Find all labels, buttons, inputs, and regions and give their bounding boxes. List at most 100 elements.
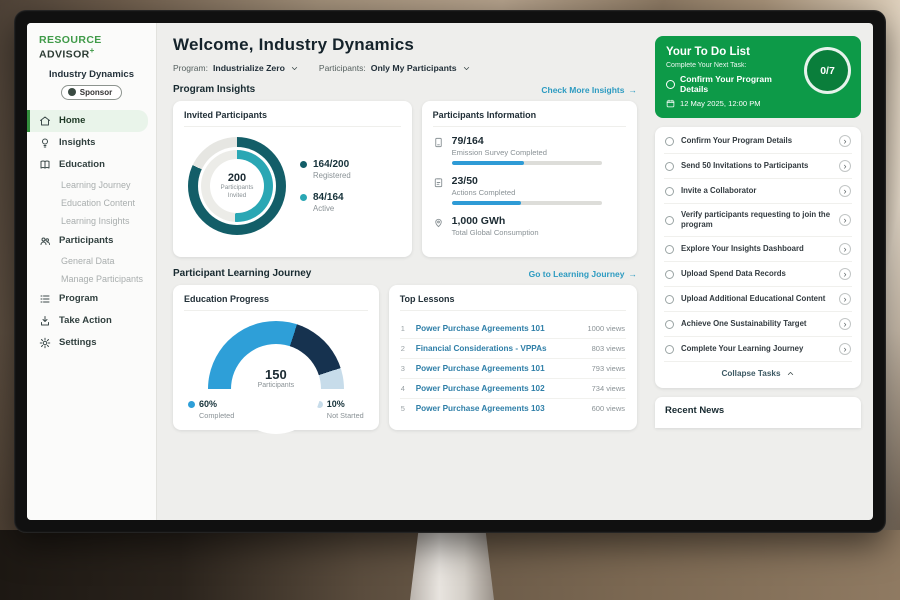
chevron-right-icon[interactable]: ›: [839, 268, 851, 280]
org-name: Industry Dynamics: [27, 69, 156, 80]
stat-label: Emission Survey Completed: [452, 148, 602, 157]
checkbox-icon[interactable]: [665, 162, 674, 171]
gauge-legend-dot: [188, 401, 195, 408]
gauge-center: 150 Participants: [208, 367, 344, 389]
chevron-right-icon[interactable]: ›: [839, 135, 851, 147]
brand-logo: RESOURCE ADVISOR+: [27, 23, 156, 65]
lesson-views: 803 views: [592, 344, 625, 353]
todo-title: Your To Do List: [666, 46, 801, 58]
program-dropdown[interactable]: Program: Industrialize Zero: [173, 63, 299, 73]
chevron-right-icon[interactable]: ›: [839, 243, 851, 255]
task-label: Verify participants requesting to join t…: [681, 210, 832, 230]
sidebar-item-take-action[interactable]: Take Action: [27, 310, 156, 332]
chevron-right-icon[interactable]: ›: [839, 185, 851, 197]
checkbox-icon[interactable]: [666, 80, 675, 89]
legend-label: Active: [313, 204, 344, 213]
location-pin-icon: [433, 217, 444, 228]
sidebar-item-manage-participants[interactable]: Manage Participants: [27, 270, 156, 288]
sidebar-item-program[interactable]: Program: [27, 288, 156, 310]
lesson-views: 1000 views: [587, 324, 625, 333]
lesson-link[interactable]: Power Purchase Agreements 101: [416, 364, 585, 373]
checkbox-icon[interactable]: [665, 270, 674, 279]
todo-next-task[interactable]: Confirm Your Program Details: [666, 74, 801, 94]
chevron-right-icon[interactable]: ›: [839, 293, 851, 305]
lesson-link[interactable]: Financial Considerations - VPPAs: [416, 344, 585, 353]
sidebar-item-education[interactable]: Education: [27, 154, 156, 176]
legend-item: 84/164 Active: [300, 192, 351, 213]
checkbox-icon[interactable]: [665, 345, 674, 354]
actions-icon: [433, 177, 444, 188]
lesson-rank: 1: [401, 324, 409, 333]
lesson-link[interactable]: Power Purchase Agreements 103: [416, 404, 585, 413]
chevron-down-icon: [290, 64, 299, 73]
task-item[interactable]: Upload Spend Data Records ›: [664, 262, 852, 287]
collapse-label: Collapse Tasks: [721, 369, 780, 378]
learning-cards-row: Education Progress 150 Participants 60: [173, 285, 637, 430]
donut-center: 200 Participants Invited: [210, 159, 264, 213]
lesson-views: 793 views: [592, 364, 625, 373]
participants-dropdown[interactable]: Participants: Only My Participants: [319, 63, 471, 73]
card-title: Education Progress: [184, 294, 368, 311]
check-more-insights-link[interactable]: Check More Insights →: [541, 85, 637, 95]
task-item[interactable]: Invite a Collaborator ›: [664, 179, 852, 204]
sidebar-item-participants[interactable]: Participants: [27, 230, 156, 252]
sidebar-item-learning-journey[interactable]: Learning Journey: [27, 176, 156, 194]
section-title: Participant Learning Journey: [173, 268, 311, 279]
task-item[interactable]: Explore Your Insights Dashboard ›: [664, 237, 852, 262]
participants-value: Only My Participants: [371, 63, 457, 73]
lesson-rank: 4: [401, 384, 409, 393]
book-icon: [39, 159, 51, 171]
sidebar-item-label: Take Action: [59, 315, 112, 326]
task-item[interactable]: Achieve One Sustainability Target ›: [664, 312, 852, 337]
brand-advisor: ADVISOR: [39, 49, 90, 61]
lesson-link[interactable]: Power Purchase Agreements 102: [416, 384, 585, 393]
sidebar-item-learning-insights[interactable]: Learning Insights: [27, 212, 156, 230]
task-item[interactable]: Complete Your Learning Journey ›: [664, 337, 852, 362]
stat-label: Total Global Consumption: [452, 228, 539, 237]
progress-track: [452, 201, 602, 205]
task-label: Confirm Your Program Details: [681, 136, 832, 146]
program-insights-header: Program Insights Check More Insights →: [173, 84, 637, 95]
chevron-right-icon[interactable]: ›: [839, 343, 851, 355]
card-title: Participants Information: [433, 110, 626, 127]
chevron-up-icon: [786, 369, 795, 378]
legend-value: 164/200: [313, 159, 349, 170]
sidebar-nav: Home Insights Education Learning Journey…: [27, 110, 156, 354]
checkbox-icon[interactable]: [665, 295, 674, 304]
checkbox-icon[interactable]: [665, 320, 674, 329]
checkbox-icon[interactable]: [665, 245, 674, 254]
dashboard-screen: RESOURCE ADVISOR+ Industry Dynamics Spon…: [27, 23, 873, 520]
task-label: Upload Additional Educational Content: [681, 294, 832, 304]
sidebar-item-settings[interactable]: Settings: [27, 332, 156, 354]
go-to-learning-journey-link[interactable]: Go to Learning Journey →: [529, 269, 637, 279]
people-icon: [39, 235, 51, 247]
stat-value: 79/164: [452, 135, 602, 147]
stat-label: Actions Completed: [452, 188, 602, 197]
task-item[interactable]: Send 50 Invitations to Participants ›: [664, 154, 852, 179]
checkbox-icon[interactable]: [665, 216, 674, 225]
sidebar-item-home[interactable]: Home: [27, 110, 148, 132]
todo-subtitle: Complete Your Next Task:: [666, 62, 801, 69]
main-content: Welcome, Industry Dynamics Program: Indu…: [157, 23, 649, 520]
chevron-right-icon[interactable]: ›: [839, 160, 851, 172]
task-item[interactable]: Verify participants requesting to join t…: [664, 204, 852, 237]
chevron-right-icon[interactable]: ›: [839, 318, 851, 330]
task-item[interactable]: Upload Additional Educational Content ›: [664, 287, 852, 312]
todo-next-date: 12 May 2025, 12:00 PM: [666, 99, 801, 108]
sidebar-item-general-data[interactable]: General Data: [27, 252, 156, 270]
sidebar-item-insights[interactable]: Insights: [27, 132, 156, 154]
checkbox-icon[interactable]: [665, 187, 674, 196]
chevron-right-icon[interactable]: ›: [839, 214, 851, 226]
checkbox-icon[interactable]: [665, 137, 674, 146]
stat-row: 23/50 Actions Completed: [433, 175, 626, 205]
task-label: Achieve One Sustainability Target: [681, 319, 832, 329]
task-label: Invite a Collaborator: [681, 186, 832, 196]
task-item[interactable]: Confirm Your Program Details ›: [664, 129, 852, 154]
sponsor-icon: [68, 88, 76, 96]
list-icon: [39, 293, 51, 305]
link-label: Check More Insights: [541, 85, 624, 95]
donut-center-value: 200: [228, 172, 246, 184]
collapse-tasks-button[interactable]: Collapse Tasks: [664, 362, 852, 386]
lesson-link[interactable]: Power Purchase Agreements 101: [416, 324, 581, 333]
sidebar-item-education-content[interactable]: Education Content: [27, 194, 156, 212]
